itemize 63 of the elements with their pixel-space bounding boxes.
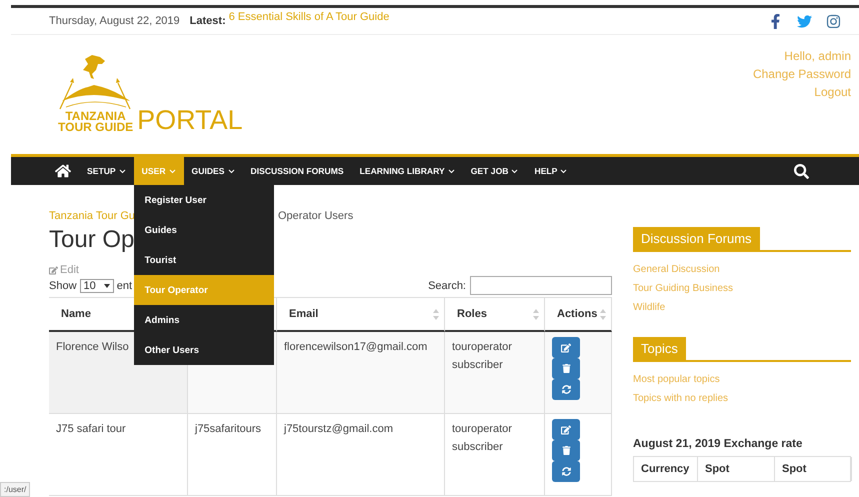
refresh-button[interactable]	[552, 461, 580, 482]
column-header: Spot	[775, 457, 852, 481]
sort-icon	[533, 308, 539, 320]
edit-button[interactable]	[552, 419, 580, 440]
role-text: touroperator	[452, 422, 512, 437]
logo-text: TANZANIA	[65, 111, 126, 122]
caret-icon	[448, 168, 455, 174]
refresh-icon	[562, 385, 570, 394]
status-url: :/user/	[0, 482, 30, 497]
menu-item[interactable]: Guides	[134, 215, 274, 245]
caret-icon	[560, 168, 568, 174]
refresh-button[interactable]	[552, 379, 580, 400]
role-text: subscriber	[452, 440, 503, 455]
sort-icon	[600, 308, 606, 320]
exchange-title: August 21, 2019 Exchange rate	[633, 438, 804, 450]
caret-icon	[168, 168, 176, 174]
entries-label: ent	[116, 280, 132, 292]
cell-text: J75 safari tour	[56, 422, 126, 437]
breadcrumb-text: Operator Users	[278, 210, 354, 222]
search-label: Search:	[428, 280, 466, 292]
sort-icon	[433, 308, 439, 320]
logo-text: PORTAL	[137, 107, 243, 133]
search-field[interactable]	[470, 276, 612, 295]
refresh-icon	[562, 467, 570, 476]
cell-text: j75safaritours	[195, 422, 262, 437]
edit-icon	[561, 342, 571, 352]
nav-item[interactable]: LEARNING LIBRARY	[352, 157, 463, 185]
caret-icon	[511, 168, 518, 174]
search-icon[interactable]	[794, 164, 809, 178]
logo-text: TOUR GUIDE	[58, 122, 134, 133]
nav-item[interactable]: GET JOB	[462, 157, 526, 185]
entries-select[interactable]: 10	[80, 278, 114, 292]
show-label: Show	[49, 280, 77, 292]
nav-item[interactable]: DISCUSSION FORUMS	[242, 157, 352, 185]
home-icon[interactable]	[55, 163, 71, 179]
latest-label: Latest:	[190, 15, 226, 27]
trash-icon	[562, 364, 570, 373]
widget-title: Discussion Forums	[633, 227, 760, 250]
caret-icon	[118, 168, 126, 174]
column-header: Currency	[634, 457, 698, 481]
instagram-icon[interactable]	[826, 14, 841, 28]
trash-icon	[562, 446, 570, 455]
menu-item[interactable]: Register User	[134, 185, 274, 215]
caret-icon	[228, 168, 234, 174]
date-text: Thursday, August 22, 2019	[49, 15, 180, 27]
menu-item[interactable]: Other Users	[134, 335, 274, 365]
twitter-icon[interactable]	[797, 14, 812, 28]
page-title: Tour Op	[49, 226, 134, 254]
role-text: touroperator	[452, 340, 512, 355]
dropdown-arrow-icon	[104, 284, 110, 288]
nav-item[interactable]: HELP	[526, 157, 576, 185]
cell-text: Florence Wilso	[56, 340, 129, 355]
edit-icon	[49, 266, 58, 274]
edit-button[interactable]	[552, 337, 580, 358]
edit-icon	[561, 424, 571, 434]
menu-item[interactable]: Tourist	[134, 245, 274, 275]
nav-item[interactable]: GUIDES	[184, 157, 242, 185]
cell-text: j75tourstz@gmail.com	[284, 422, 393, 437]
nav-item[interactable]: SETUP	[79, 157, 134, 185]
role-text: subscriber	[452, 358, 503, 373]
widget-title: Topics	[633, 337, 686, 360]
column-header: Spot	[698, 457, 775, 481]
cell-text: florencewilson17@gmail.com	[284, 340, 428, 355]
